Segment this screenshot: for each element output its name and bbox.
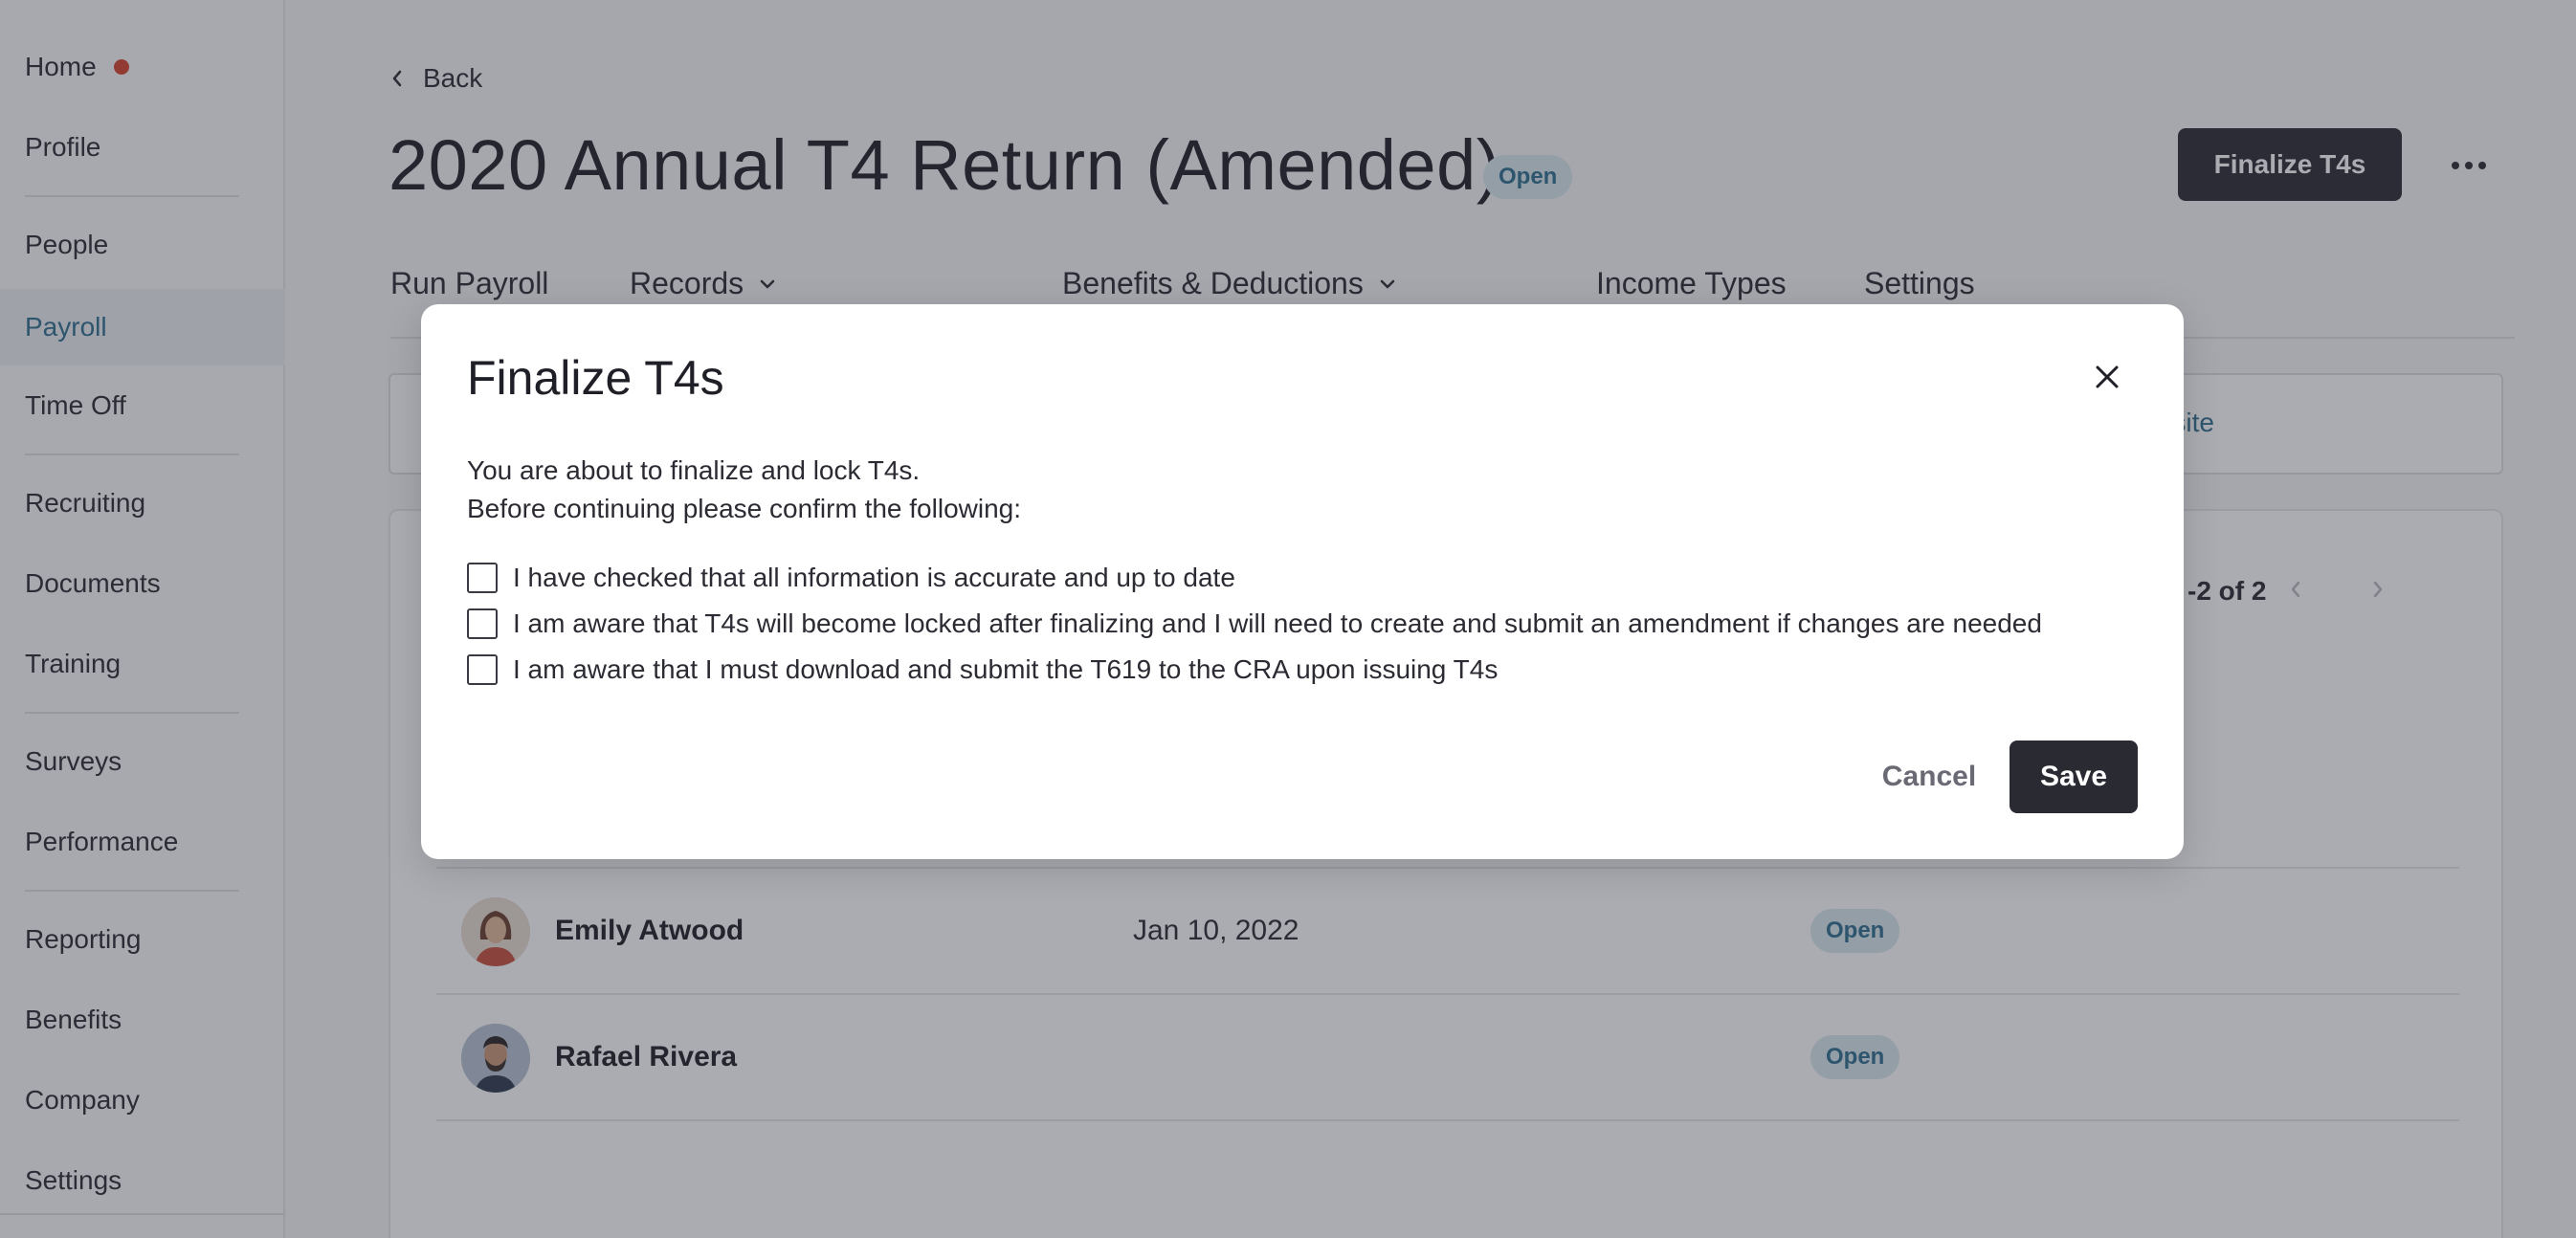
cancel-button[interactable]: Cancel xyxy=(1858,741,2000,813)
confirm-accuracy-checkbox[interactable] xyxy=(467,563,498,593)
checkbox-label: I am aware that I must download and subm… xyxy=(513,654,1499,684)
checkbox-label: I am aware that T4s will become locked a… xyxy=(513,608,2042,638)
checkbox-label: I have checked that all information is a… xyxy=(513,563,1235,592)
close-icon xyxy=(2096,365,2119,388)
finalize-t4s-dialog: Finalize T4s You are about to finalize a… xyxy=(421,304,2184,859)
close-button[interactable] xyxy=(2090,360,2124,394)
dialog-title: Finalize T4s xyxy=(467,351,724,405)
confirm-lock-row[interactable]: I am aware that T4s will become locked a… xyxy=(467,608,2042,639)
confirm-lock-checkbox[interactable] xyxy=(467,608,498,639)
confirm-t619-row[interactable]: I am aware that I must download and subm… xyxy=(467,654,1498,685)
dialog-intro-line: Before continuing please confirm the fol… xyxy=(467,494,1022,523)
dialog-intro-line: You are about to finalize and lock T4s. xyxy=(467,455,921,485)
confirm-t619-checkbox[interactable] xyxy=(467,654,498,685)
save-button[interactable]: Save xyxy=(2010,741,2138,813)
confirm-accuracy-row[interactable]: I have checked that all information is a… xyxy=(467,563,1235,593)
app-root: Home Profile People Payroll Time Off Rec… xyxy=(0,0,2576,1238)
